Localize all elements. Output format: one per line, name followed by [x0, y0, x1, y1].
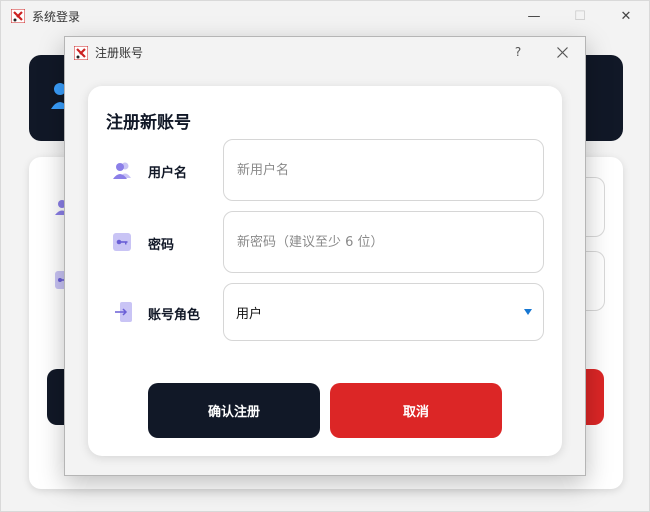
- close-icon: [556, 46, 568, 58]
- chevron-down-icon: [524, 309, 532, 315]
- key-icon: [112, 232, 132, 252]
- register-form-card: 注册新账号 用户名 密码: [88, 86, 562, 456]
- role-select-value: 用户: [236, 306, 263, 322]
- cancel-button[interactable]: 取消: [330, 383, 502, 438]
- username-label: 用户名: [148, 166, 188, 181]
- dialog-titlebar: 注册账号: [65, 37, 585, 67]
- main-window-title: 系统登录: [32, 9, 81, 24]
- confirm-register-button[interactable]: 确认注册: [148, 383, 320, 438]
- help-icon[interactable]: ?: [510, 37, 526, 67]
- dialog-app-icon: [73, 45, 89, 61]
- card-title: 注册新账号: [106, 113, 191, 133]
- user-group-icon: [112, 160, 132, 180]
- main-close-button[interactable]: ✕: [603, 1, 649, 31]
- app-icon: [11, 9, 25, 23]
- register-dialog: 注册账号 ? 注册新账号 用户名 密码: [64, 36, 586, 476]
- password-input[interactable]: [223, 211, 544, 273]
- login-arrow-icon: [114, 302, 134, 322]
- role-select[interactable]: 用户: [223, 283, 544, 341]
- password-label: 密码: [148, 238, 175, 253]
- role-label: 账号角色: [148, 308, 201, 323]
- username-input[interactable]: [223, 139, 544, 201]
- main-titlebar: 系统登录 — ☐ ✕: [1, 1, 649, 31]
- minimize-button[interactable]: —: [511, 1, 557, 31]
- maximize-button[interactable]: ☐: [557, 1, 603, 31]
- dialog-title: 注册账号: [95, 45, 144, 60]
- dialog-close-button[interactable]: [550, 37, 574, 67]
